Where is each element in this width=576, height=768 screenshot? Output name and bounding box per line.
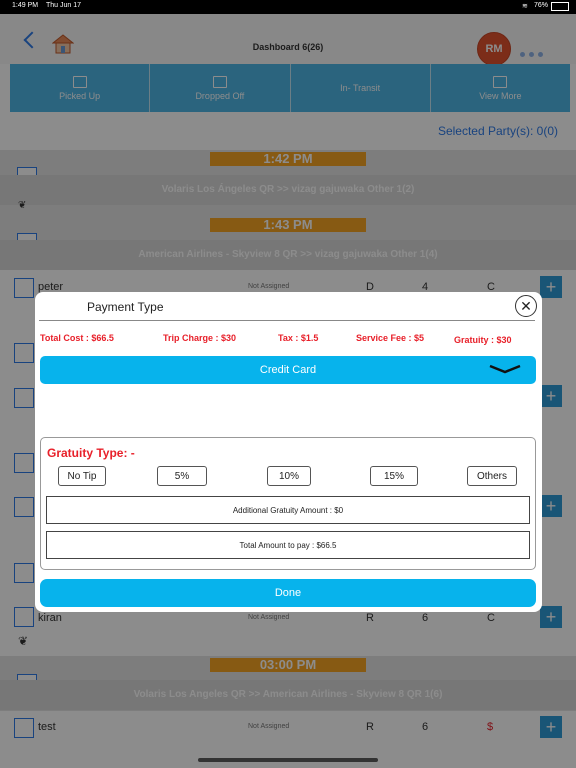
- status-date: Thu Jun 17: [46, 2, 82, 9]
- gratuity-type-label: Gratuity Type: -: [47, 446, 135, 460]
- divider: [39, 320, 535, 321]
- payment-method-select[interactable]: Credit Card: [40, 356, 536, 384]
- payment-method-label: Credit Card: [259, 364, 317, 376]
- total-cost: Total Cost : $66.5: [40, 333, 114, 343]
- close-icon[interactable]: ✕: [515, 295, 537, 317]
- tip-5-button[interactable]: 5%: [157, 466, 207, 486]
- modal-title: Payment Type: [87, 300, 164, 314]
- home-indicator: [198, 758, 378, 762]
- additional-gratuity-field[interactable]: Additional Gratuity Amount : $0: [46, 496, 530, 524]
- battery-icon: [551, 2, 569, 11]
- total-amount-field: Total Amount to pay : $66.5: [46, 531, 530, 559]
- battery-percent: 76%: [534, 2, 549, 9]
- gratuity: Gratuity : $30: [454, 335, 512, 345]
- done-button[interactable]: Done: [40, 579, 536, 607]
- trip-charge: Trip Charge : $30: [163, 333, 237, 343]
- service-fee: Service Fee : $5: [356, 333, 425, 343]
- tax: Tax : $1.5: [278, 333, 319, 343]
- tip-15-button[interactable]: 15%: [370, 466, 418, 486]
- wifi-icon: ≋: [522, 3, 528, 10]
- chevron-down-icon: [489, 364, 521, 374]
- tip-others-button[interactable]: Others: [467, 466, 517, 486]
- status-time: 1:49 PM: [12, 2, 39, 9]
- status-bar: 1:49 PM Thu Jun 17 ≋ 76%: [0, 0, 576, 14]
- tip-none-button[interactable]: No Tip: [58, 466, 106, 486]
- tip-10-button[interactable]: 10%: [267, 466, 311, 486]
- payment-modal: Payment Type ✕ Total Cost : $66.5 Trip C…: [35, 292, 542, 612]
- gratuity-panel: Gratuity Type: - No Tip 5% 10% 15% Other…: [40, 437, 536, 570]
